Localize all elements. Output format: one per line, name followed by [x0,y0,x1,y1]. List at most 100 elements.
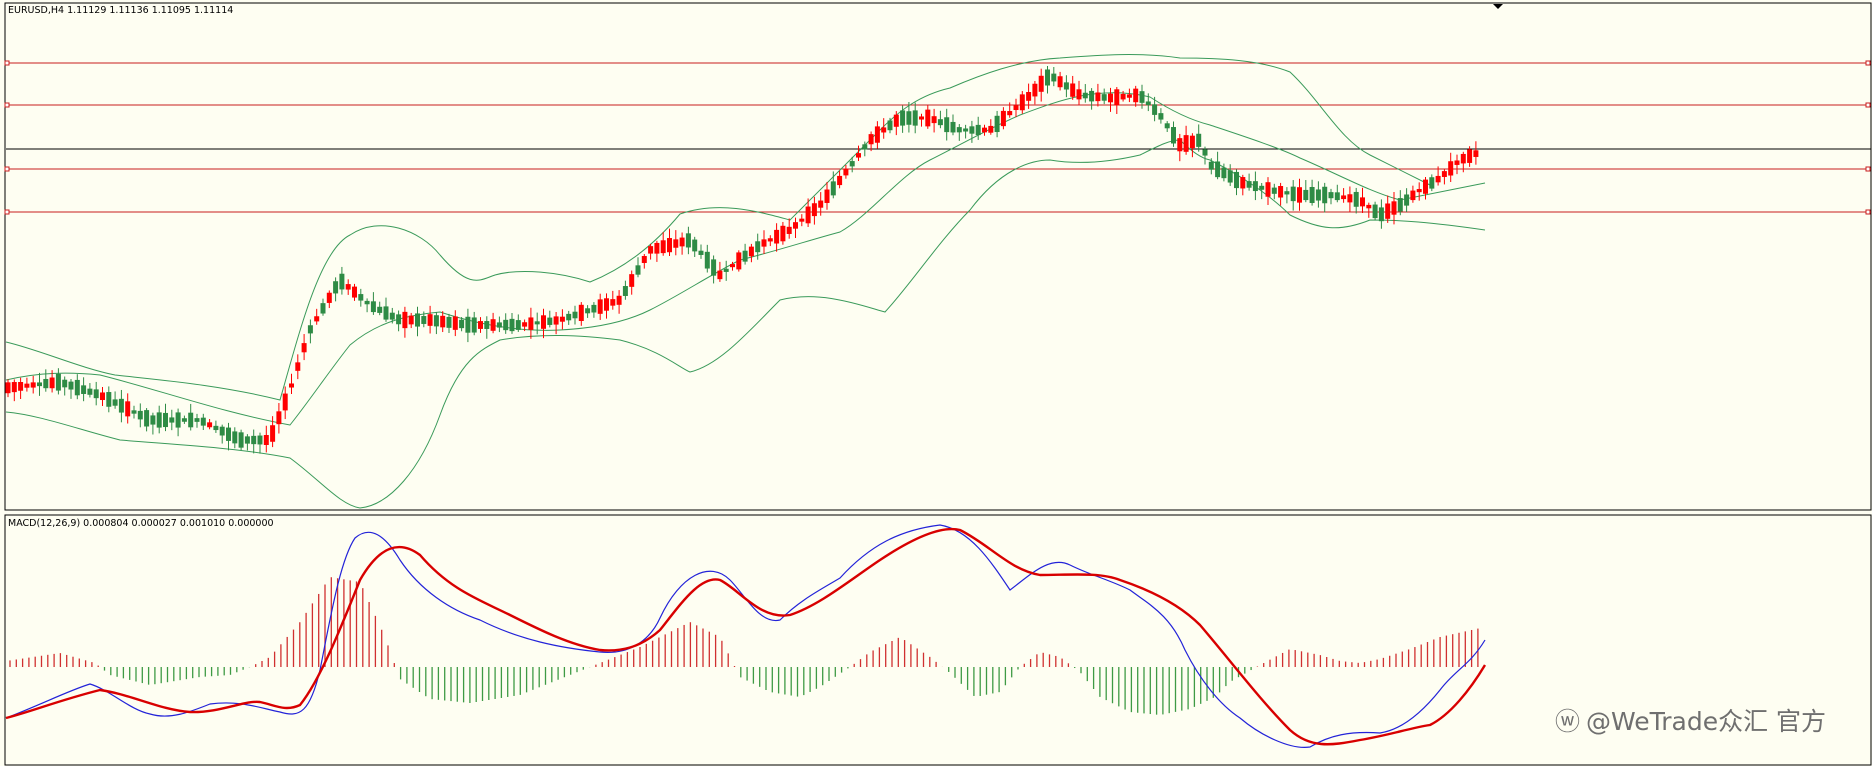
candle[interactable] [1366,202,1372,218]
candle[interactable] [232,427,238,449]
candle[interactable] [1133,85,1139,107]
candle[interactable] [87,383,93,398]
level-handle[interactable] [1865,60,1871,66]
candle[interactable] [1013,98,1019,118]
candle[interactable] [534,312,540,335]
candle[interactable] [1378,199,1384,229]
candle[interactable] [1341,188,1347,203]
candle[interactable] [144,408,150,432]
candle[interactable] [748,243,754,263]
level-handle[interactable] [1865,102,1871,108]
candle[interactable] [295,354,301,380]
candle[interactable] [944,108,950,141]
candle[interactable] [364,298,370,313]
candle[interactable] [654,240,660,262]
candle[interactable] [673,230,679,256]
candle[interactable] [1473,141,1479,165]
candle[interactable] [1089,88,1095,110]
candle[interactable] [547,310,553,328]
candle[interactable] [900,105,906,133]
candle[interactable] [937,110,943,129]
candle[interactable] [1189,133,1195,158]
candle[interactable] [37,372,42,396]
candle[interactable] [622,280,628,300]
candle[interactable] [509,312,515,334]
candle[interactable] [24,377,30,392]
candle[interactable] [452,310,458,337]
candle[interactable] [786,218,792,239]
candle[interactable] [408,312,414,329]
candle[interactable] [1278,182,1284,206]
candle[interactable] [1177,133,1183,162]
candle[interactable] [679,232,685,255]
candle[interactable] [188,403,194,431]
candle[interactable] [1196,124,1202,152]
level-handle[interactable] [1865,166,1871,172]
candle[interactable] [856,145,861,161]
candle[interactable] [226,422,231,451]
candle[interactable] [837,170,843,189]
candle[interactable] [698,244,704,259]
candle[interactable] [1208,158,1214,175]
candle[interactable] [163,403,168,432]
candle[interactable] [11,379,17,402]
candle[interactable] [1076,80,1082,105]
candle[interactable] [604,293,609,319]
candle[interactable] [994,110,1000,138]
candle[interactable] [1045,66,1050,94]
candle[interactable] [433,312,439,335]
candle[interactable] [1032,80,1038,105]
candle[interactable] [137,403,143,428]
candle[interactable] [919,113,924,127]
level-handle[interactable] [4,102,10,108]
candle[interactable] [692,236,698,257]
candle[interactable] [396,310,402,332]
candle[interactable] [1322,182,1328,213]
candle[interactable] [925,105,931,129]
candle[interactable] [1448,152,1454,182]
candle[interactable] [1416,182,1422,201]
level-handle[interactable] [4,209,10,215]
candle[interactable] [591,302,597,318]
candle[interactable] [1252,171,1258,201]
candle[interactable] [244,434,250,451]
candle[interactable] [874,121,880,149]
candle[interactable] [496,316,502,333]
candle[interactable] [125,393,131,424]
candle[interactable] [578,302,584,326]
candle[interactable] [100,386,105,406]
candle[interactable] [988,119,994,135]
candle[interactable] [1227,164,1233,187]
candle[interactable] [1246,173,1252,191]
candle[interactable] [118,389,124,423]
candle[interactable] [1315,181,1321,208]
candle[interactable] [1126,88,1132,103]
candle[interactable] [1234,169,1239,196]
candle[interactable] [843,164,849,179]
candle[interactable] [1372,201,1378,221]
candle[interactable] [377,301,383,316]
candle[interactable] [1297,178,1302,211]
candle[interactable] [415,306,420,337]
candle[interactable] [207,419,213,430]
candle[interactable] [635,257,641,278]
candle[interactable] [950,114,956,136]
candle[interactable] [963,124,969,139]
candle[interactable] [301,334,307,361]
candle[interactable] [484,316,490,339]
scroll-shift-marker[interactable] [1493,4,1503,9]
candle[interactable] [169,409,175,431]
candle[interactable] [559,309,565,330]
candle[interactable] [597,293,603,320]
candle[interactable] [572,305,578,325]
candle[interactable] [1183,125,1189,155]
candle[interactable] [881,118,887,139]
candle[interactable] [1423,177,1428,200]
candle[interactable] [263,425,269,453]
candle[interactable] [629,270,635,295]
candle[interactable] [43,369,49,392]
candle[interactable] [1070,75,1076,100]
candle[interactable] [503,313,509,334]
candle[interactable] [106,386,112,413]
candle[interactable] [528,307,534,339]
